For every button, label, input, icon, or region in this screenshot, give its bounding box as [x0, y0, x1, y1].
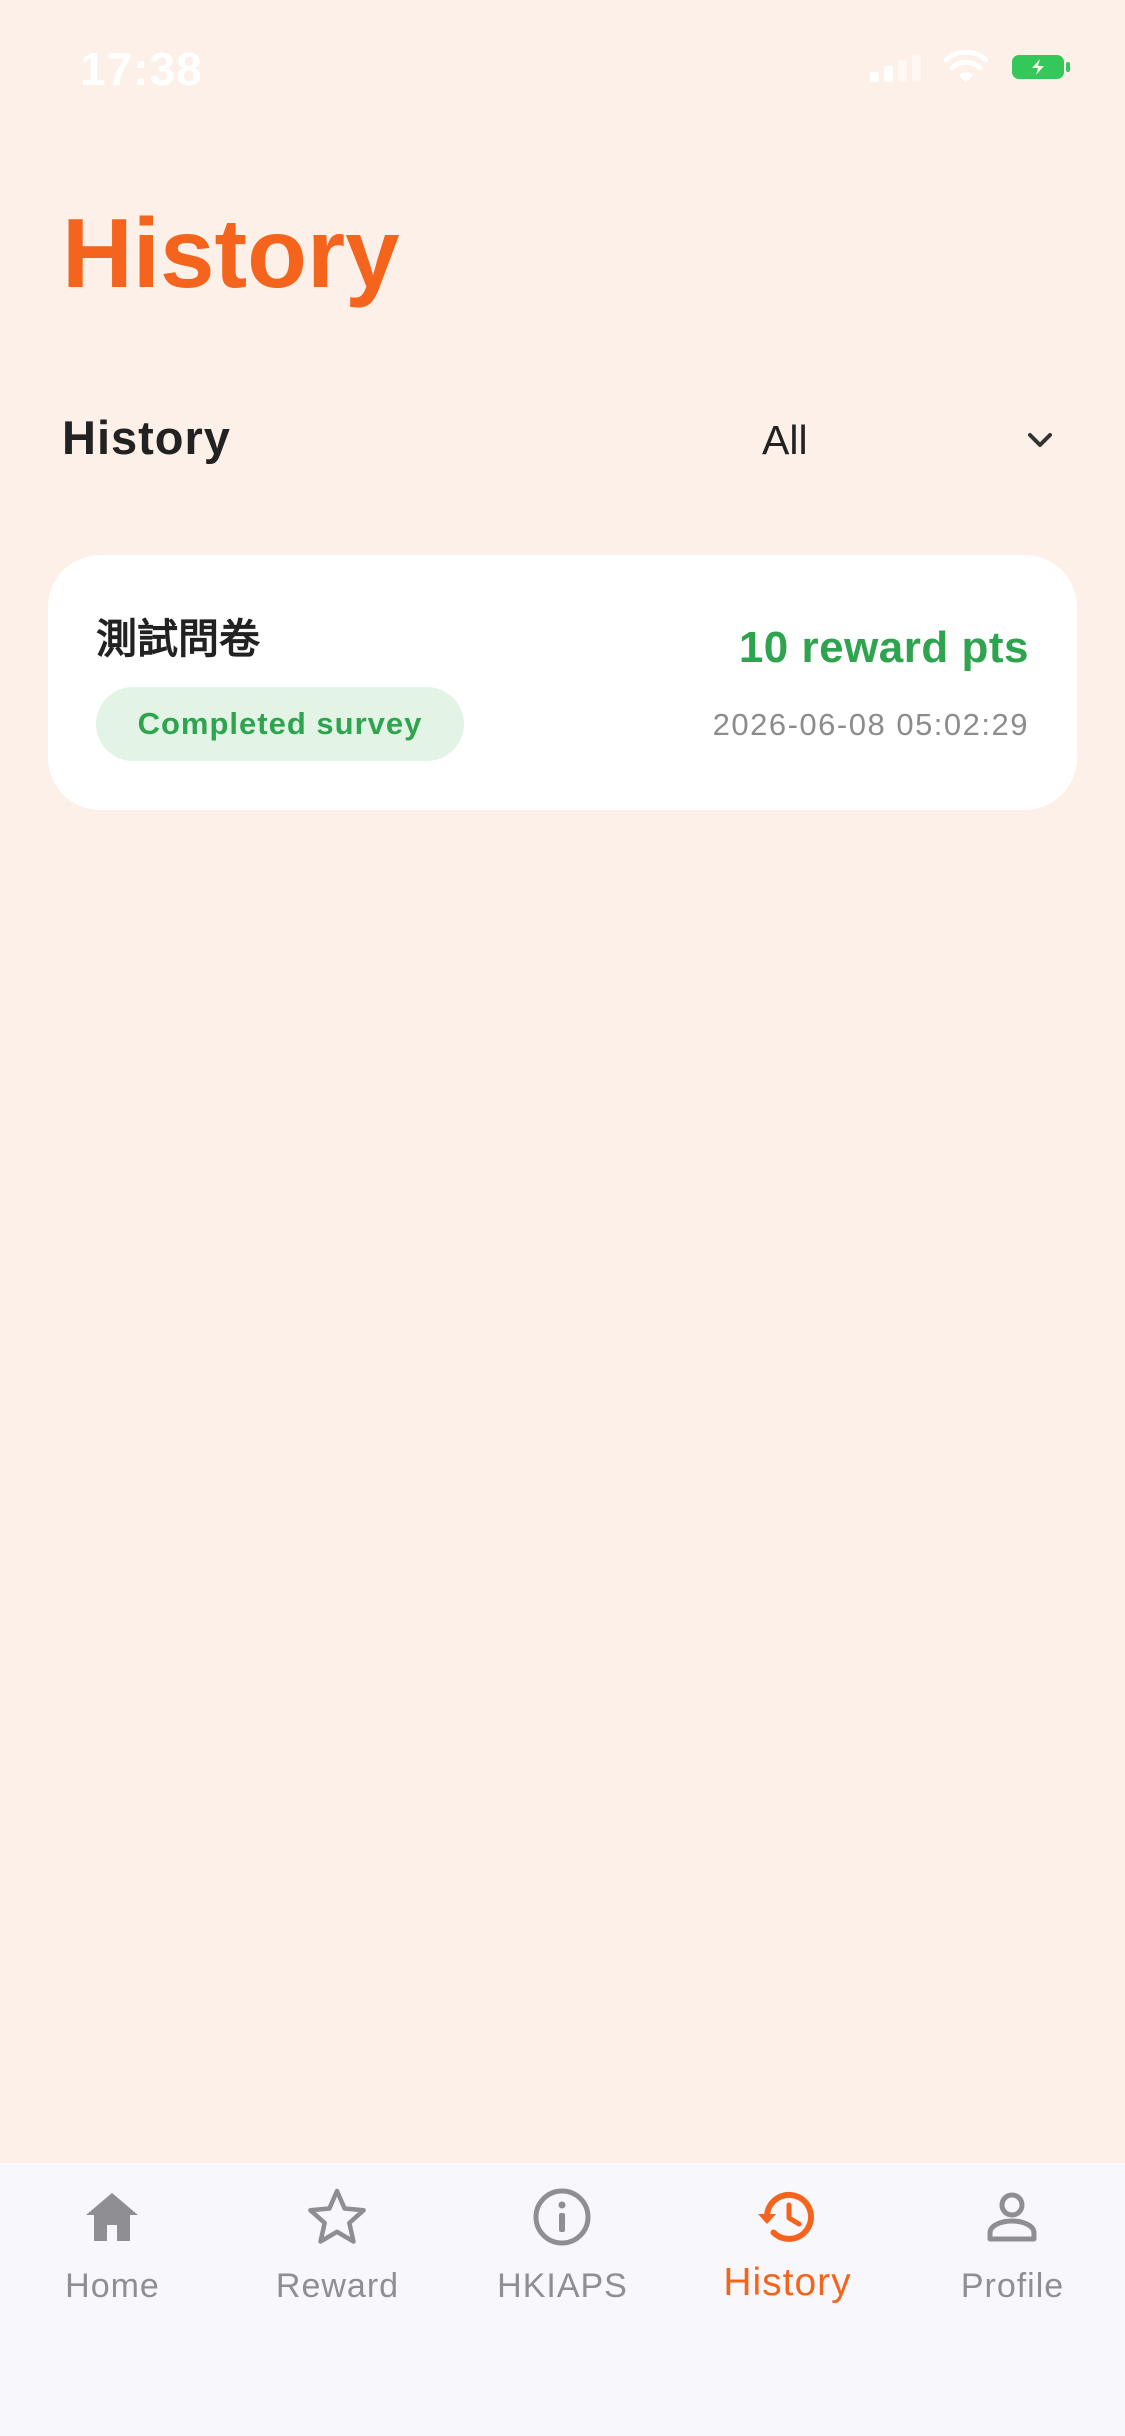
- tab-bar: Home Reward HKIAPS History Profile: [0, 2163, 1125, 2436]
- tab-reward[interactable]: Reward: [225, 2163, 450, 2313]
- tab-label: History: [723, 2261, 852, 2304]
- history-card-date: 2026-06-08 05:02:29: [712, 707, 1029, 742]
- page-title: History: [62, 198, 400, 308]
- star-icon: [308, 2188, 366, 2244]
- tab-home[interactable]: Home: [0, 2163, 225, 2313]
- chevron-down-icon: [1028, 433, 1052, 447]
- tab-label: Reward: [275, 2267, 400, 2305]
- history-card[interactable]: 測試問卷 10 reward pts Completed survey 2026…: [48, 555, 1077, 810]
- home-icon: [86, 2193, 138, 2241]
- tab-label: Profile: [960, 2267, 1065, 2305]
- status-time: 17:38: [80, 43, 203, 95]
- wifi-icon: [943, 50, 989, 83]
- reward-points: 10 reward pts: [738, 623, 1029, 672]
- info-icon: [533, 2188, 591, 2246]
- status-bar: 17:38: [0, 0, 1125, 140]
- cellular-signal-icon: [870, 52, 921, 82]
- battery-icon: [1012, 55, 1070, 79]
- section-label: History: [62, 411, 231, 464]
- filter-selected-value: All: [762, 416, 808, 463]
- tab-hkiaps[interactable]: HKIAPS: [450, 2163, 675, 2313]
- status-badge: Completed survey: [96, 687, 464, 761]
- history-icon: [758, 2191, 814, 2242]
- tab-history[interactable]: History: [675, 2163, 900, 2313]
- tab-profile[interactable]: Profile: [900, 2163, 1125, 2313]
- status-icons: [870, 50, 1071, 84]
- filter-dropdown[interactable]: All: [740, 400, 1060, 480]
- tab-label: Home: [65, 2267, 160, 2305]
- history-card-title: 測試問卷: [96, 616, 260, 662]
- tab-label: HKIAPS: [497, 2267, 628, 2305]
- person-icon: [987, 2192, 1037, 2242]
